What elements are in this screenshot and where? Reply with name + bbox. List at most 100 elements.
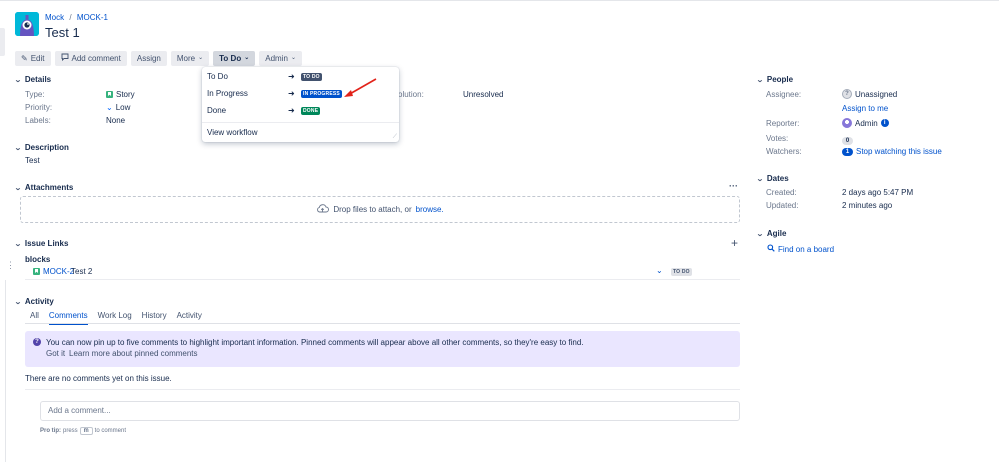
add-comment-button[interactable]: Add comment [54, 51, 127, 66]
description-text[interactable]: Test [25, 156, 40, 165]
resize-handle-icon[interactable]: ⋮ [6, 261, 15, 270]
drop-files-text: Drop files to attach, or [333, 205, 412, 214]
red-annotation-arrow-icon [344, 78, 377, 97]
edit-button[interactable]: ✎ Edit [15, 51, 51, 66]
people-heading[interactable]: ⌄ People [756, 75, 794, 84]
pencil-icon: ✎ [21, 54, 28, 63]
pinned-comments-info: ? You can now pin up to five comments to… [25, 331, 740, 367]
priority-low-icon: ⌄ [656, 266, 663, 275]
user-avatar-icon [842, 118, 852, 128]
story-icon [33, 268, 40, 275]
type-value: Story [106, 90, 135, 99]
watchers-label: Watchers: [766, 147, 802, 156]
sidebar-divider [5, 280, 6, 462]
assignee-label: Assignee: [766, 90, 802, 99]
breadcrumb-issue-link[interactable]: MOCK-1 [77, 13, 108, 22]
cloud-upload-icon [316, 204, 330, 215]
keyboard-shortcut: m [79, 427, 93, 435]
priority-label: Priority: [25, 103, 53, 112]
votes-count-badge: 0 [842, 137, 853, 145]
assign-to-me-link[interactable]: Assign to me [842, 104, 888, 113]
pro-tip-rest: to comment [94, 428, 127, 434]
agile-heading[interactable]: ⌄ Agile [756, 229, 786, 238]
issue-links-heading[interactable]: ⌄ Issue Links [14, 239, 68, 248]
updated-label: Updated: [766, 201, 799, 210]
arrow-right-icon: ➜ [288, 89, 295, 98]
no-comments-text: There are no comments yet on this issue. [25, 374, 172, 383]
dates-heading-label: Dates [766, 174, 789, 183]
more-button-label: More [176, 54, 196, 63]
arrow-right-icon: ➜ [288, 106, 295, 115]
attachments-heading[interactable]: ⌄ Attachments [14, 183, 73, 192]
add-comment-button-label: Add comment [71, 54, 121, 63]
admin-button-label: Admin [265, 54, 288, 63]
linked-issue-summary[interactable]: Test 2 [71, 267, 92, 276]
status-lozenge: TO DO [301, 72, 322, 81]
got-it-link[interactable]: Got it [46, 349, 65, 358]
project-avatar[interactable] [15, 12, 39, 36]
attachment-dropzone[interactable]: Drop files to attach, or browse. [20, 196, 740, 223]
more-button[interactable]: More ⌄ [170, 51, 210, 66]
activity-heading[interactable]: ⌄ Activity [14, 297, 54, 306]
resolution-value: Unresolved [463, 90, 504, 99]
breadcrumb-project-link[interactable]: Mock [45, 13, 64, 22]
description-heading-label: Description [24, 143, 69, 152]
browse-link[interactable]: browse. [416, 205, 444, 214]
transition-done[interactable]: Done ➜ DONE [202, 102, 399, 119]
labels-value[interactable]: None [106, 116, 125, 125]
unassigned-avatar-icon: ? [842, 89, 852, 99]
pinned-info-text: You can now pin up to five comments to h… [46, 338, 584, 347]
link-relation: blocks [25, 255, 51, 264]
reporter-value-label: Admin [855, 118, 878, 128]
dates-heading[interactable]: ⌄ Dates [756, 174, 789, 183]
chevron-down-icon: ⌄ [756, 175, 764, 183]
watchers-value[interactable]: 1 Stop watching this issue [842, 147, 942, 156]
assign-button-label: Assign [136, 54, 161, 63]
votes-label: Votes: [766, 134, 789, 143]
details-heading-label: Details [24, 75, 52, 84]
add-comment-input[interactable]: Add a comment... [40, 401, 740, 421]
chevron-down-icon: ⌄ [756, 76, 764, 84]
reporter-value[interactable]: Admin i [842, 118, 889, 128]
top-border [0, 0, 999, 3]
comments-divider [25, 389, 740, 390]
find-on-board[interactable]: Find on a board [767, 244, 834, 254]
chevron-down-icon: ⌄ [14, 76, 22, 84]
info-icon: ? [33, 338, 41, 346]
find-on-board-link[interactable]: Find on a board [778, 245, 834, 254]
add-link-icon[interactable]: + [731, 236, 738, 250]
status-lozenge: IN PROGRESS [301, 89, 342, 98]
description-heading[interactable]: ⌄ Description [14, 143, 69, 152]
chevron-down-icon: ⌄ [14, 240, 22, 248]
search-icon [767, 244, 775, 254]
chevron-down-icon: ⌄ [244, 55, 250, 61]
stop-watching-link[interactable]: Stop watching this issue [856, 147, 942, 156]
issue-title[interactable]: Test 1 [45, 25, 80, 40]
pro-tip-press: press [63, 428, 78, 434]
comment-icon [61, 51, 69, 66]
linked-issue-status: TO DO [671, 268, 692, 276]
people-heading-label: People [766, 75, 794, 84]
view-workflow-item[interactable]: View workflow [202, 124, 399, 141]
learn-more-link[interactable]: Learn more about pinned comments [69, 349, 198, 358]
arrow-right-icon: ➜ [288, 72, 295, 81]
info-icon[interactable]: i [880, 119, 889, 127]
assign-button[interactable]: Assign [130, 51, 167, 66]
chevron-down-icon: ⌄ [756, 230, 764, 238]
linked-issue-key[interactable]: MOCK-2 [43, 267, 74, 276]
status-button[interactable]: To Do ⌄ [213, 51, 256, 66]
chevron-down-icon: ⌄ [14, 184, 22, 192]
watchers-count-badge: 1 [842, 147, 853, 156]
votes-value[interactable]: 0 [842, 135, 853, 145]
status-lozenge: DONE [301, 106, 321, 115]
view-workflow-label: View workflow [207, 128, 258, 137]
resize-grip-icon[interactable]: ⟋ [393, 134, 397, 141]
transition-label: Done [207, 106, 227, 115]
details-heading[interactable]: ⌄ Details [14, 75, 52, 84]
sidebar-collapsed-handle[interactable] [0, 28, 5, 56]
pro-tip: Pro tip: press m to comment [40, 427, 126, 435]
assignee-value[interactable]: ? Unassigned [842, 89, 897, 99]
updated-value: 2 minutes ago [842, 201, 893, 210]
admin-button[interactable]: Admin ⌄ [259, 51, 302, 66]
more-options-icon[interactable]: ··· [729, 181, 738, 191]
